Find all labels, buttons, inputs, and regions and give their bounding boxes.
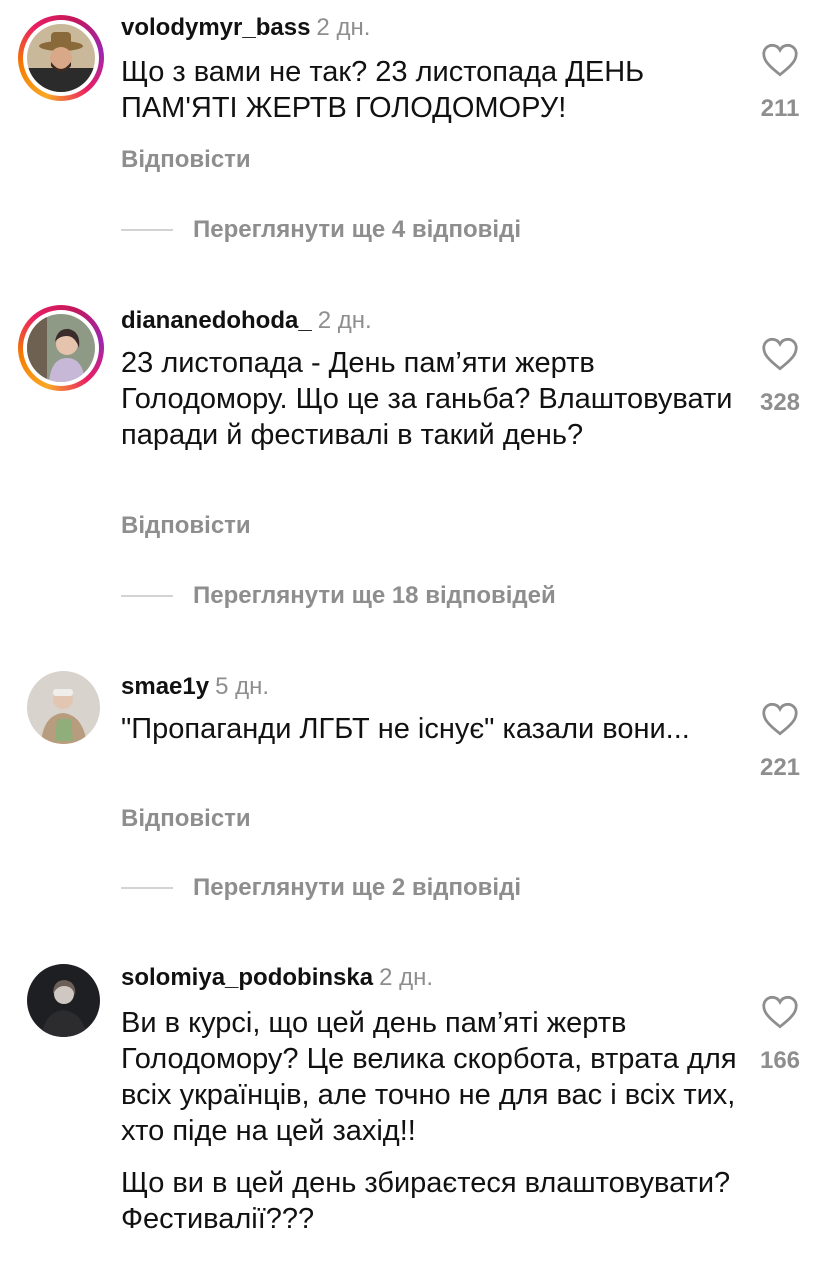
view-replies-button[interactable]: Переглянути ще 4 відповіді xyxy=(121,215,521,245)
avatar-image xyxy=(27,671,100,744)
view-replies-button[interactable]: Переглянути ще 2 відповіді xyxy=(121,873,521,903)
like-count: 221 xyxy=(759,754,801,781)
comment-text: Ви в курсі, що цей день пам’яті жертв Го… xyxy=(121,1007,737,1235)
view-replies-button[interactable]: Переглянути ще 18 відповідей xyxy=(121,581,556,611)
heart-outline-icon[interactable] xyxy=(761,702,799,736)
username[interactable]: solomiya_podobinska xyxy=(121,964,373,991)
like-control: 328 xyxy=(750,337,810,417)
like-control: 166 xyxy=(750,995,810,1075)
story-ring[interactable] xyxy=(18,15,104,101)
avatar[interactable] xyxy=(27,314,95,382)
username[interactable]: volodymyr_bass xyxy=(121,14,310,41)
comment-time: 5 дн. xyxy=(215,673,270,700)
view-replies-label: Переглянути ще 4 відповіді xyxy=(193,216,521,243)
reply-button[interactable]: Відповісти xyxy=(121,145,251,175)
heart-outline-icon[interactable] xyxy=(761,43,799,77)
story-ring[interactable] xyxy=(18,305,104,391)
avatar[interactable] xyxy=(27,671,100,744)
username[interactable]: diananedohoda_ xyxy=(121,307,312,334)
avatar[interactable] xyxy=(27,24,95,92)
like-control: 221 xyxy=(750,702,810,782)
reply-button[interactable]: Відповісти xyxy=(121,804,251,834)
like-count: 166 xyxy=(759,1047,801,1074)
comment-time: 2 дн. xyxy=(316,14,371,41)
divider xyxy=(121,595,173,597)
divider xyxy=(121,887,173,889)
comment-text: "Пропаганди ЛГБТ не існує" казали вони..… xyxy=(121,713,690,745)
comment-time: 2 дн. xyxy=(317,307,372,334)
like-count: 211 xyxy=(760,95,800,122)
view-replies-label: Переглянути ще 2 відповіді xyxy=(193,874,521,901)
heart-outline-icon[interactable] xyxy=(761,337,799,371)
comment-text: 23 листопада - День пам’яти жертв Голодо… xyxy=(121,347,733,451)
avatar-image xyxy=(27,314,95,382)
avatar-image xyxy=(27,24,95,92)
comment-time: 2 дн. xyxy=(379,964,434,991)
reply-button[interactable]: Відповісти xyxy=(121,511,251,541)
avatar-image xyxy=(27,964,100,1037)
comment-text: Що з вами не так? 23 листопада ДЕНЬ ПАМ'… xyxy=(121,56,645,124)
divider xyxy=(121,229,173,231)
heart-outline-icon[interactable] xyxy=(761,995,799,1029)
avatar[interactable] xyxy=(27,964,100,1037)
like-count: 328 xyxy=(759,389,801,416)
view-replies-label: Переглянути ще 18 відповідей xyxy=(193,582,556,609)
like-control: 211 xyxy=(750,43,810,123)
username[interactable]: smae1y xyxy=(121,673,209,700)
